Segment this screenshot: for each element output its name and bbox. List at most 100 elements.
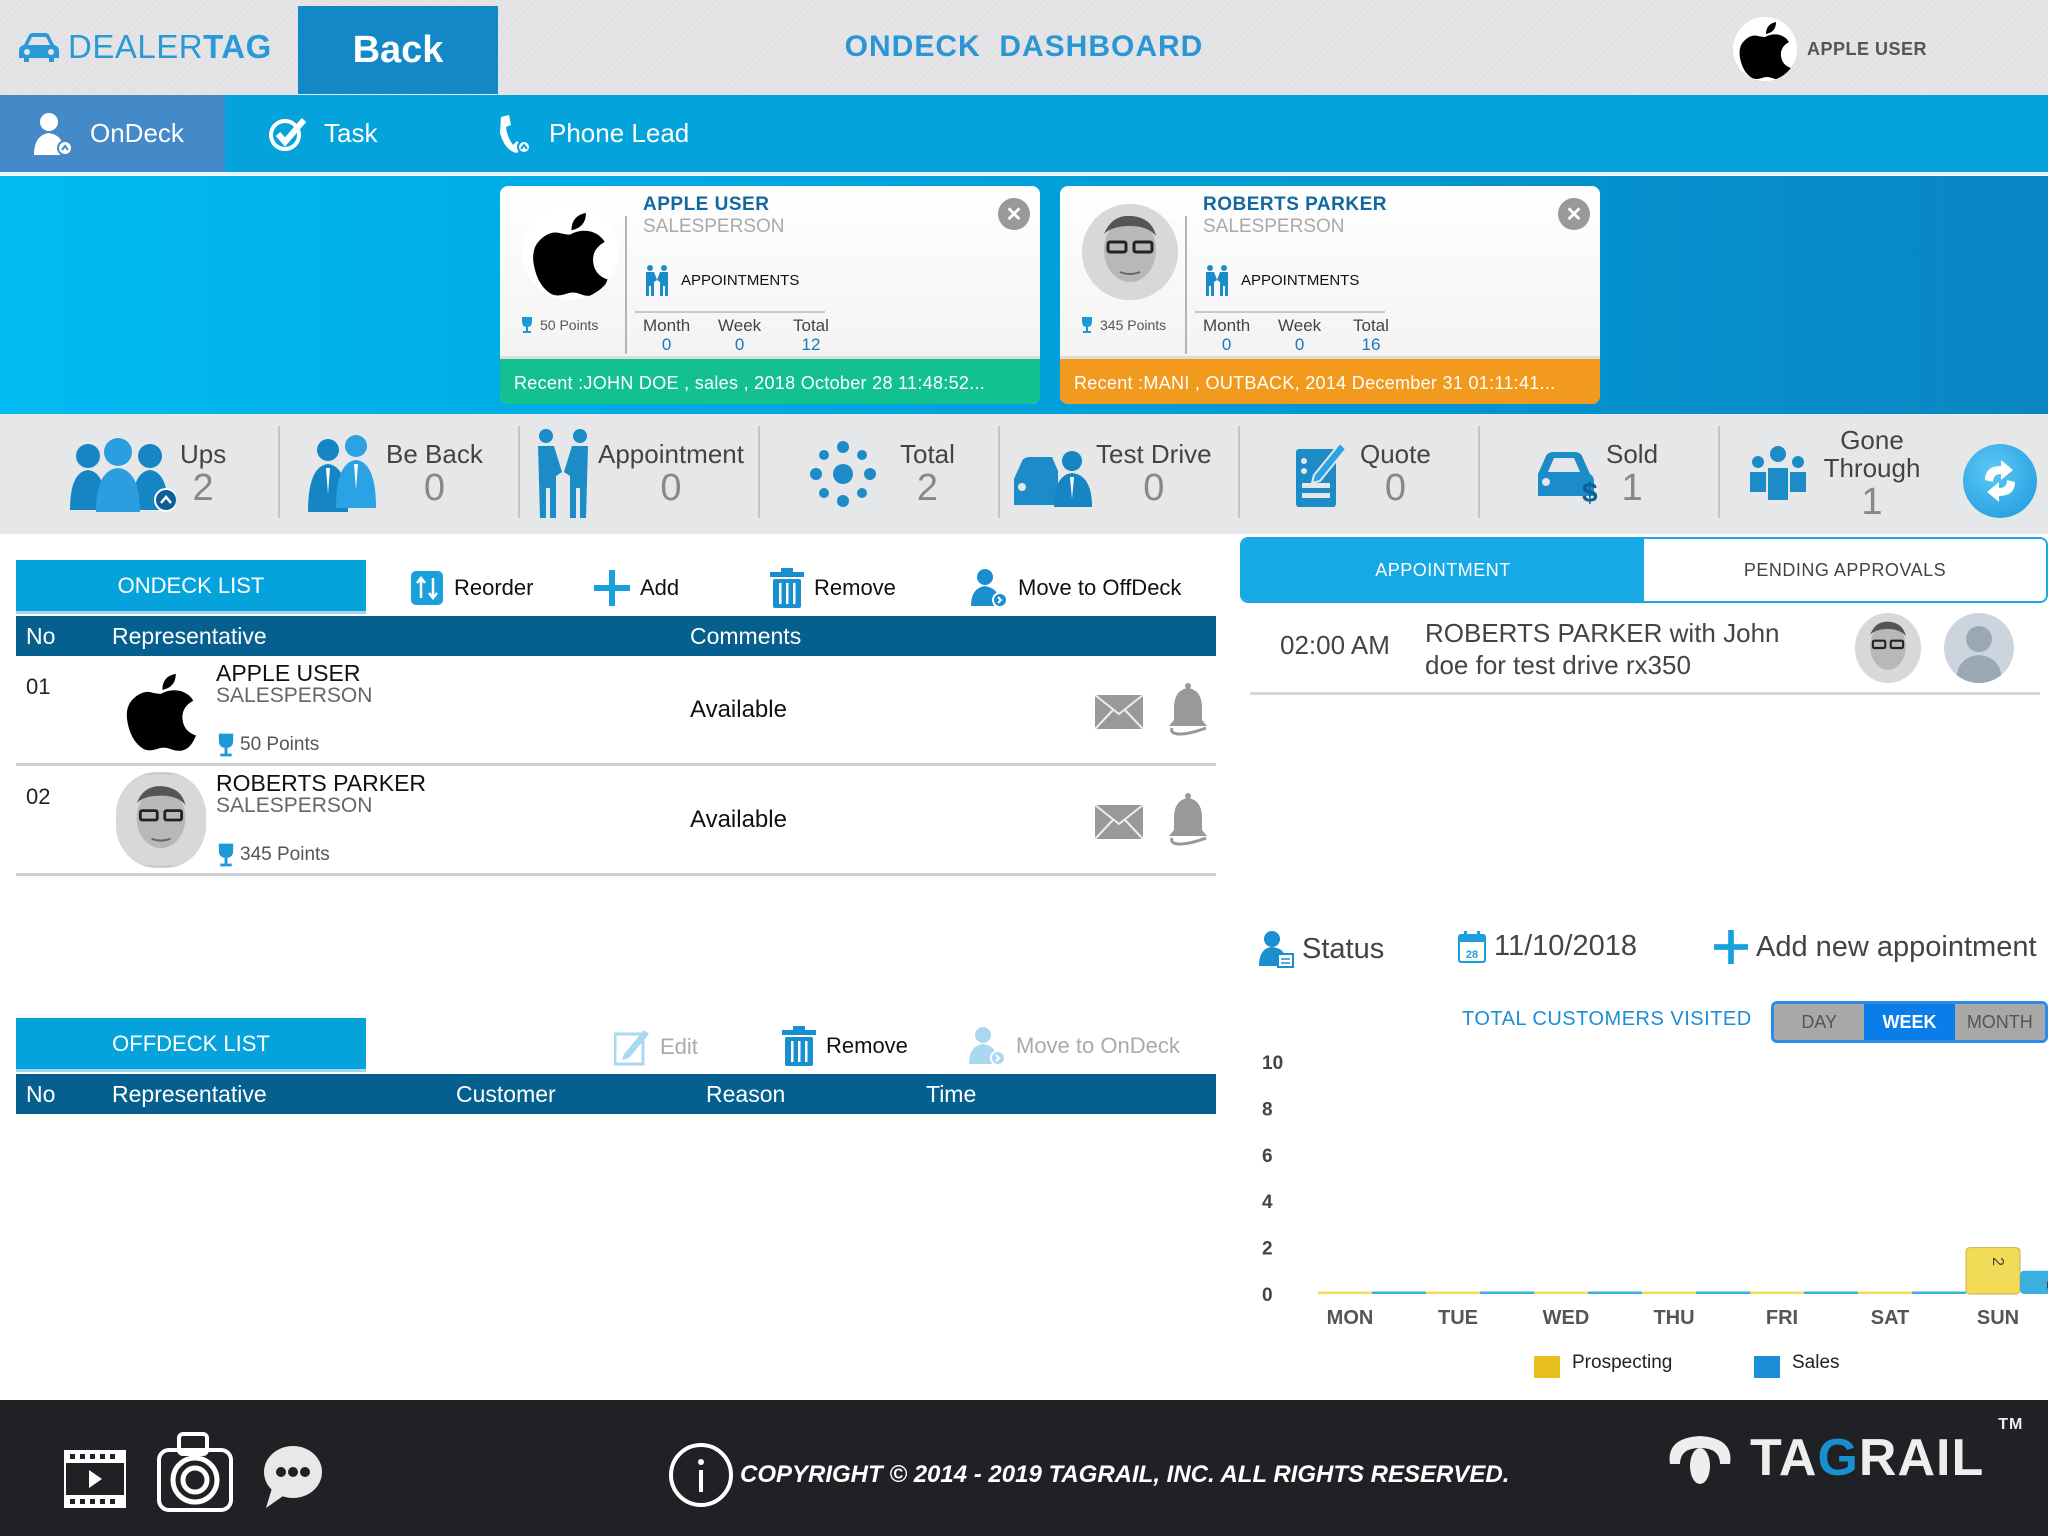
group-icon xyxy=(70,438,176,512)
tab-phone-lead[interactable]: Phone Lead xyxy=(497,95,689,172)
y-tick-label: 2 xyxy=(1262,1239,1273,1260)
status-button[interactable]: Status xyxy=(1258,930,1384,968)
info-icon[interactable] xyxy=(668,1442,734,1508)
table-row[interactable]: 01 APPLE USER SALESPERSON 50 Points Avai… xyxy=(16,656,1216,766)
move-to-offdeck-button[interactable]: Move to OffDeck xyxy=(970,568,1181,608)
salesperson-role: SALESPERSON xyxy=(643,216,785,237)
stat-ups[interactable]: Ups 2 xyxy=(66,414,226,534)
bar-prospecting xyxy=(1965,1247,2021,1295)
stat-be-back[interactable]: Be Back 0 xyxy=(302,414,483,534)
chat-icon[interactable] xyxy=(262,1444,324,1510)
close-icon[interactable]: ✕ xyxy=(998,198,1030,230)
add-button[interactable]: Add xyxy=(594,570,679,606)
x-tick-label: FRI xyxy=(1766,1307,1798,1329)
appointment-item[interactable]: 02:00 AM ROBERTS PARKER with John doe fo… xyxy=(1250,605,2040,695)
x-tick-label: THU xyxy=(1653,1307,1694,1329)
range-week[interactable]: WEEK xyxy=(1864,1004,1955,1040)
rep-comment: Available xyxy=(690,806,787,833)
recent-activity: Recent :MANI , OUTBACK, 2014 December 31… xyxy=(1060,356,1600,404)
move-to-ondeck-button[interactable]: Move to OnDeck xyxy=(968,1026,1180,1066)
row-number: 02 xyxy=(26,784,51,809)
separator xyxy=(278,426,280,518)
salesperson-avatar xyxy=(522,204,618,300)
bell-icon[interactable] xyxy=(1166,682,1210,736)
stat-label: Month xyxy=(1203,316,1251,335)
col-comments: Comments xyxy=(690,623,802,649)
mail-icon[interactable] xyxy=(1094,804,1144,840)
tab-task[interactable]: Task xyxy=(268,95,377,172)
customer-avatar-placeholder xyxy=(1944,613,2014,683)
rep-comment: Available xyxy=(690,696,787,723)
mail-icon[interactable] xyxy=(1094,694,1144,730)
table-row[interactable]: 02 ROBERTS PARKER SALESPERSON 345 Points… xyxy=(16,766,1216,876)
chart-title: TOTAL CUSTOMERS VISITED xyxy=(1462,1008,1752,1030)
edit-button[interactable]: Edit xyxy=(614,1028,698,1066)
bar-prospecting xyxy=(1642,1291,1696,1294)
stats-bar: Ups 2 Be Back 0 Appointment 0 Total 2 Test D… xyxy=(0,414,2048,534)
x-tick-label: MON xyxy=(1327,1307,1374,1329)
trophy-icon xyxy=(1082,317,1092,333)
tab-ondeck[interactable]: OnDeck xyxy=(0,95,225,172)
user-up-icon xyxy=(34,112,73,156)
offdeck-remove-button[interactable]: Remove xyxy=(782,1026,908,1066)
bell-icon[interactable] xyxy=(1166,792,1210,846)
refresh-button[interactable] xyxy=(1963,444,2037,518)
separator xyxy=(758,426,760,518)
camera-icon[interactable] xyxy=(155,1432,235,1514)
stat-quote[interactable]: Quote 0 xyxy=(1294,414,1431,534)
brand-tag-letter: G xyxy=(1817,1429,1859,1487)
add-appointment-button[interactable]: Add new appointment xyxy=(1714,930,2037,964)
bar-sales xyxy=(1912,1291,1966,1294)
offdeck-list-tab[interactable]: OFFDECK LIST xyxy=(16,1018,366,1072)
bar-sales xyxy=(1588,1291,1642,1294)
stat-sold[interactable]: $ Sold 1 xyxy=(1534,414,1658,534)
reorder-label: Reorder xyxy=(454,575,534,600)
ondeck-list-tab[interactable]: ONDECK LIST xyxy=(16,560,366,614)
status-label: Status xyxy=(1302,932,1385,965)
reorder-button[interactable]: Reorder xyxy=(410,570,533,606)
salesperson-card[interactable]: 345 Points ROBERTS PARKER SALESPERSON AP… xyxy=(1060,186,1600,404)
stat-value: 0 xyxy=(734,335,745,354)
video-icon[interactable] xyxy=(64,1450,126,1508)
stat-value: 12 xyxy=(801,335,821,354)
close-icon[interactable]: ✕ xyxy=(1558,198,1590,230)
stat-value: 1 xyxy=(1621,467,1643,509)
stat-value: 1 xyxy=(1861,481,1883,523)
separator xyxy=(998,426,1000,518)
back-button[interactable]: Back xyxy=(298,6,498,94)
month-stat: Month 0 xyxy=(1203,316,1250,354)
y-tick-label: 8 xyxy=(1262,1099,1273,1120)
bar-sales xyxy=(1696,1291,1750,1294)
bar-prospecting xyxy=(1426,1291,1480,1294)
stat-total[interactable]: Total 2 xyxy=(808,414,955,534)
tab-pending-approvals[interactable]: PENDING APPROVALS xyxy=(1644,539,2046,601)
reorder-icon xyxy=(411,571,443,605)
rep-name: APPLE USER xyxy=(216,660,361,686)
stat-test-drive[interactable]: Test Drive 0 xyxy=(1012,414,1212,534)
salesperson-card[interactable]: 50 Points APPLE USER SALESPERSON APPOINT… xyxy=(500,186,1040,404)
range-day[interactable]: DAY xyxy=(1774,1004,1865,1040)
legend-label: Prospecting xyxy=(1572,1352,1672,1373)
y-tick-label: 0 xyxy=(1262,1285,1273,1306)
logo-text-bold: TAG xyxy=(203,28,272,65)
ondeck-table-header: No Representative Comments xyxy=(16,616,1216,656)
tab-appointment[interactable]: APPOINTMENT xyxy=(1242,539,1644,601)
points-text: 50 Points xyxy=(540,317,599,333)
stat-label: Total xyxy=(900,439,955,469)
stat-gone-through[interactable]: Gone Through 1 xyxy=(1748,414,1932,534)
range-month[interactable]: MONTH xyxy=(1954,1004,2045,1040)
dealertag-logo: DEALERTAG xyxy=(18,28,272,66)
date-picker[interactable]: 28 11/10/2018 xyxy=(1458,930,1637,963)
stat-appointment[interactable]: Appointment 0 xyxy=(532,414,744,534)
stat-label: Week xyxy=(718,316,762,335)
col-representative: Representative xyxy=(112,623,267,649)
add-label: Add xyxy=(640,575,680,600)
apple-logo-icon xyxy=(126,673,196,751)
plus-icon xyxy=(1714,930,1748,964)
remove-button[interactable]: Remove xyxy=(770,568,896,608)
move-to-ondeck-label: Move to OnDeck xyxy=(1016,1033,1180,1058)
tab-label: Task xyxy=(324,118,378,148)
remove-label: Remove xyxy=(826,1033,908,1058)
user-menu[interactable]: APPLE USER xyxy=(1733,17,1927,81)
stat-value: 0 xyxy=(1221,335,1232,354)
